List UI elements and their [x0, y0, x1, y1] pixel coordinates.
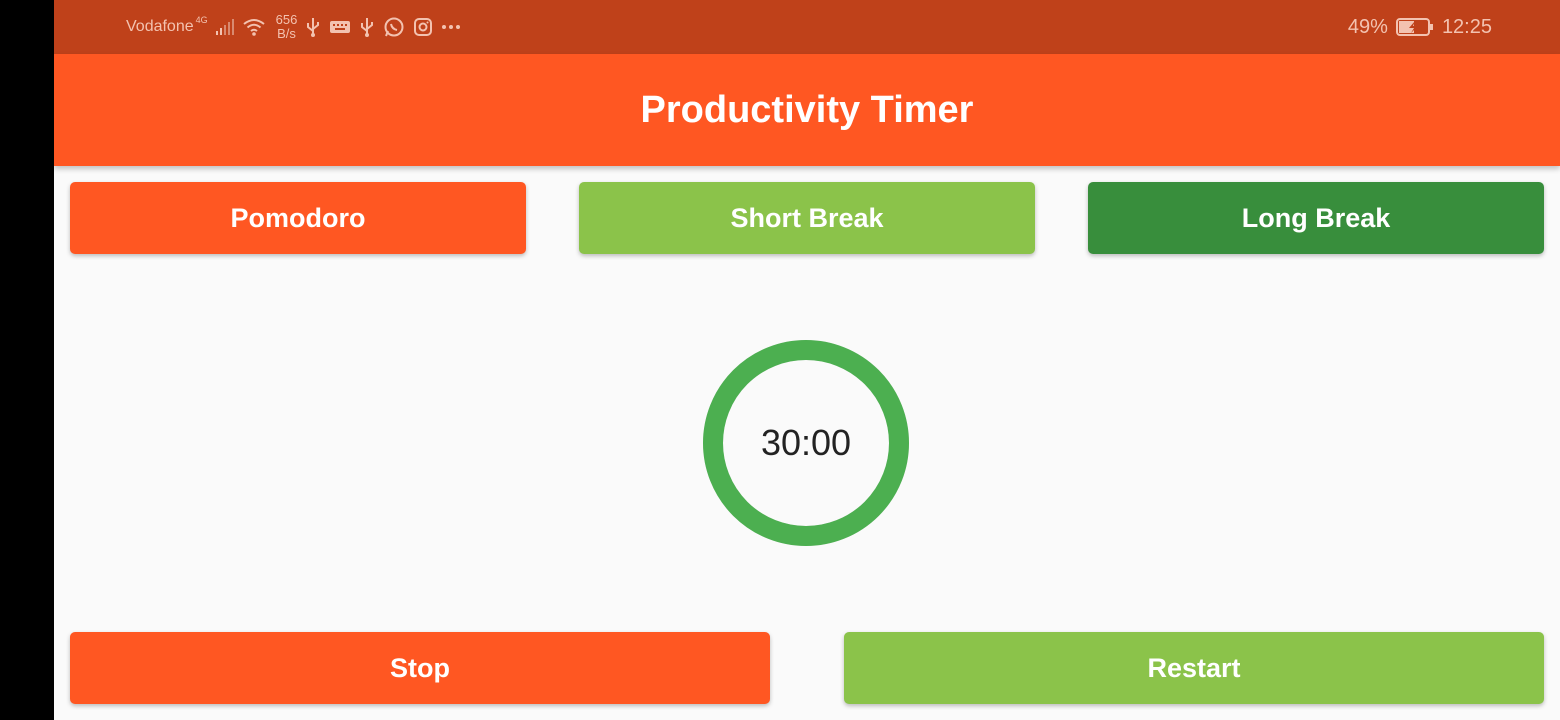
net-speed: 656 B/s [276, 13, 298, 41]
status-right: 49% 12:25 [1348, 0, 1492, 54]
timer-display: 30:00 [760, 422, 852, 463]
clock: 12:25 [1441, 15, 1492, 38]
keyboard-icon [329, 19, 351, 35]
carrier-name: Vodafone [126, 18, 194, 35]
status-left: Vodafone 4G 656 B/s [126, 0, 461, 54]
more-icon [441, 24, 461, 30]
app-bar: Productivity Timer [54, 54, 1560, 166]
short-break-button[interactable]: Short Break [579, 182, 1035, 254]
pomodoro-button[interactable]: Pomodoro [70, 182, 526, 254]
net-speed-unit: B/s [277, 26, 296, 41]
screen: Vodafone 4G 656 B/s 49% 12:25 Productivi… [0, 0, 1560, 720]
network-type: 4G [195, 15, 208, 25]
instagram-icon [413, 17, 433, 37]
whatsapp-icon [383, 16, 405, 38]
wifi-icon [242, 18, 266, 36]
usb-icon [359, 17, 375, 37]
timer-progress-ring: 30:00 [703, 340, 909, 546]
stop-button[interactable]: Stop [70, 632, 770, 704]
long-break-button[interactable]: Long Break [1088, 182, 1544, 254]
status-bar: Vodafone 4G 656 B/s 49% 12:25 [54, 0, 1560, 54]
battery-charging-icon [1395, 17, 1434, 37]
battery-percent: 49% [1347, 15, 1388, 38]
app: Vodafone 4G 656 B/s 49% 12:25 Productivi… [54, 0, 1560, 720]
usb-icon [305, 17, 321, 37]
net-speed-value: 656 [275, 12, 298, 27]
restart-button[interactable]: Restart [844, 632, 1544, 704]
app-title: Productivity Timer [640, 88, 974, 131]
signal-icon [215, 19, 234, 35]
